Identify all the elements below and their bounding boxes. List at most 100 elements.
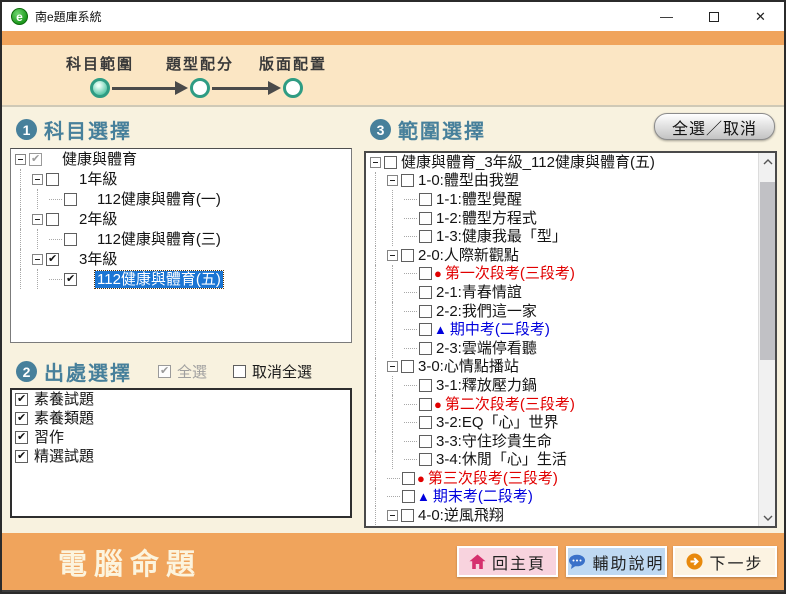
list-checkbox[interactable] (15, 412, 28, 425)
tree-checkbox[interactable] (64, 193, 77, 206)
tree-node-label[interactable]: 3-1:釋放壓力鍋 (434, 377, 539, 394)
tree-node-label[interactable]: 1-0:體型由我塑 (416, 172, 521, 189)
tree-node[interactable]: 3-1:釋放壓力鍋 (366, 376, 758, 395)
tree-checkbox[interactable] (46, 253, 59, 266)
list-checkbox[interactable] (15, 431, 28, 444)
tree-node[interactable]: 2-1:青春情誼 (366, 283, 758, 302)
tree-checkbox[interactable] (64, 233, 77, 246)
maximize-button[interactable] (690, 2, 737, 31)
tree-checkbox[interactable] (401, 174, 414, 187)
close-button[interactable]: ✕ (737, 2, 784, 31)
source-list-item[interactable]: 精選試題 (12, 447, 350, 466)
next-step-button[interactable]: 下一步 (673, 546, 777, 577)
clear-all-checkbox[interactable] (233, 365, 246, 378)
tree-checkbox[interactable] (401, 509, 414, 522)
tree-node-label[interactable]: 期末考(二段考) (431, 488, 535, 505)
minimize-button[interactable]: — (643, 2, 690, 31)
tree-node[interactable]: ▲期末考(二段考) (366, 488, 758, 507)
tree-checkbox[interactable] (46, 213, 59, 226)
tree-checkbox[interactable] (384, 156, 397, 169)
tree-checkbox[interactable] (402, 490, 415, 503)
clear-all-checkbox-group[interactable]: 取消全選 (233, 361, 312, 382)
tree-node-label[interactable]: 2-1:青春情誼 (434, 284, 524, 301)
tree-checkbox[interactable] (419, 267, 432, 280)
tree-node-label[interactable]: 第三次段考(三段考) (426, 470, 560, 487)
scrollbar-thumb[interactable] (760, 182, 775, 360)
tree-node-label[interactable]: 2年級 (77, 211, 119, 228)
tree-checkbox[interactable] (29, 153, 42, 166)
tree-node-label[interactable]: 3-2:EQ「心」世界 (434, 414, 561, 431)
tree-node[interactable]: 1-0:體型由我塑 (366, 172, 758, 191)
tree-checkbox[interactable] (419, 416, 432, 429)
tree-node[interactable]: 1-2:體型方程式 (366, 209, 758, 228)
tree-node[interactable]: ●第三次段考(三段考) (366, 469, 758, 488)
tree-node-label[interactable]: 3-4:休閒「心」生活 (434, 451, 569, 468)
tree-node-label[interactable]: 健康與體育 (60, 151, 139, 168)
tree-checkbox[interactable] (419, 453, 432, 466)
tree-node-label[interactable]: 第二次段考(三段考) (443, 396, 577, 413)
collapse-minus-icon[interactable] (15, 154, 26, 165)
source-list-item[interactable]: 素養類題 (12, 409, 350, 428)
tree-node[interactable]: 健康與體育 (11, 149, 351, 169)
tree-node[interactable]: 2-0:人際新觀點 (366, 246, 758, 265)
tree-node-label[interactable]: 第一次段考(三段考) (443, 265, 577, 282)
collapse-minus-icon[interactable] (32, 254, 43, 265)
tree-node-label[interactable]: 4-0:逆風飛翔 (416, 507, 506, 524)
tree-node[interactable]: ●第二次段考(三段考) (366, 395, 758, 414)
toggle-select-all-button[interactable]: 全選／取消 (654, 113, 775, 140)
tree-node[interactable]: 2-2:我們這一家 (366, 302, 758, 321)
home-button[interactable]: 回主頁 (457, 546, 558, 577)
collapse-minus-icon[interactable] (387, 510, 398, 521)
tree-node[interactable]: ●第一次段考(三段考) (366, 265, 758, 284)
tree-checkbox[interactable] (401, 249, 414, 262)
tree-node[interactable]: 1-3:健康我最「型」 (366, 227, 758, 246)
tree-checkbox[interactable] (419, 398, 432, 411)
collapse-minus-icon[interactable] (32, 214, 43, 225)
tree-node-label[interactable]: 2-2:我們這一家 (434, 303, 539, 320)
tree-checkbox[interactable] (419, 323, 432, 336)
list-checkbox[interactable] (15, 393, 28, 406)
vertical-scrollbar[interactable] (758, 153, 775, 526)
tree-node-label[interactable]: 3年級 (77, 251, 119, 268)
tree-node-label[interactable]: 3-3:守住珍貴生命 (434, 433, 554, 450)
tree-node[interactable]: 3-3:守住珍貴生命 (366, 432, 758, 451)
tree-node[interactable]: 112健康與體育(三) (11, 229, 351, 249)
tree-checkbox[interactable] (419, 305, 432, 318)
tree-checkbox[interactable] (419, 342, 432, 355)
tree-node-label[interactable]: 112健康與體育(三) (95, 231, 223, 248)
collapse-minus-icon[interactable] (32, 174, 43, 185)
collapse-minus-icon[interactable] (387, 175, 398, 186)
tree-node[interactable]: 112健康與體育(一) (11, 189, 351, 209)
tree-checkbox[interactable] (401, 360, 414, 373)
tree-node[interactable]: 1年級 (11, 169, 351, 189)
tree-node-label[interactable]: 112健康與體育(五) (95, 271, 223, 288)
tree-node[interactable]: 2-3:雲端停看聽 (366, 339, 758, 358)
tree-node[interactable]: 2年級 (11, 209, 351, 229)
tree-node-label[interactable]: 3-0:心情點播站 (416, 358, 521, 375)
tree-checkbox[interactable] (419, 230, 432, 243)
collapse-minus-icon[interactable] (370, 157, 381, 168)
tree-node[interactable]: 1-1:體型覺醒 (366, 190, 758, 209)
tree-node[interactable]: 4-0:逆風飛翔 (366, 506, 758, 525)
tree-node-label[interactable]: 1-2:體型方程式 (434, 210, 539, 227)
scroll-down-icon[interactable] (759, 509, 776, 526)
tree-checkbox[interactable] (402, 472, 415, 485)
select-all-checkbox[interactable] (158, 365, 171, 378)
source-list-item[interactable]: 素養試題 (12, 390, 350, 409)
tree-node[interactable]: 3-2:EQ「心」世界 (366, 413, 758, 432)
tree-node[interactable]: 3-0:心情點播站 (366, 358, 758, 377)
scroll-up-icon[interactable] (759, 153, 776, 170)
source-list-item[interactable]: 習作 (12, 428, 350, 447)
tree-node[interactable]: ▲期中考(二段考) (366, 320, 758, 339)
collapse-minus-icon[interactable] (387, 361, 398, 372)
tree-node-label[interactable]: 112健康與體育(一) (95, 191, 223, 208)
select-all-checkbox-group[interactable]: 全選 (158, 361, 207, 382)
tree-node[interactable]: 3年級 (11, 249, 351, 269)
tree-node[interactable]: 3-4:休閒「心」生活 (366, 451, 758, 470)
tree-node-label[interactable]: 1-3:健康我最「型」 (434, 228, 569, 245)
tree-node-label[interactable]: 1年級 (77, 171, 119, 188)
tree-node-label[interactable]: 2-3:雲端停看聽 (434, 340, 539, 357)
tree-checkbox[interactable] (419, 379, 432, 392)
collapse-minus-icon[interactable] (387, 250, 398, 261)
tree-node-label[interactable]: 1-1:體型覺醒 (434, 191, 524, 208)
